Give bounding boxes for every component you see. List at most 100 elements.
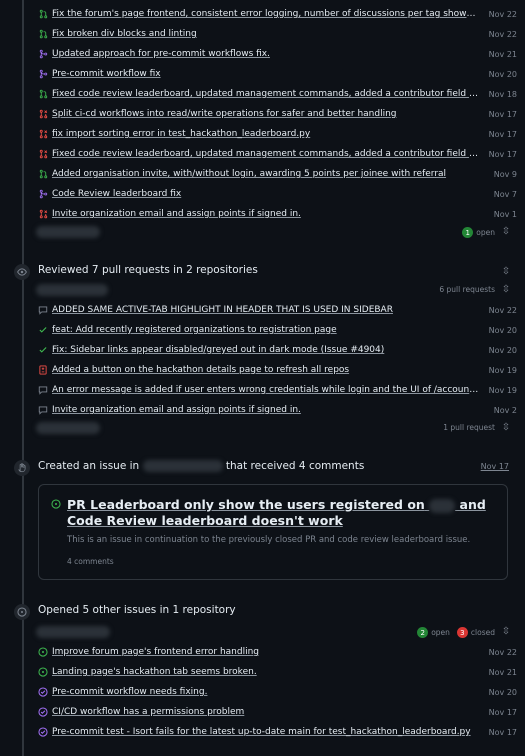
check-icon — [38, 345, 48, 355]
item-title-link[interactable]: Added a button on the hackathon details … — [52, 365, 479, 375]
created-issue-title: Created an issue in that received 4 comm… — [38, 460, 364, 472]
expand-icon[interactable]: ⇳ — [501, 226, 511, 238]
item-title-link[interactable]: Updated approach for pre-commit workflow… — [52, 49, 479, 59]
item-title-link[interactable]: Fix the forum's page frontend, consisten… — [52, 9, 479, 19]
pr-merged-icon — [38, 69, 48, 79]
list-item[interactable]: Landing page's hackathon tab seems broke… — [38, 662, 517, 682]
item-title-link[interactable]: Split ci-cd workflows into read/write op… — [52, 109, 479, 119]
item-date: Nov 22 — [488, 9, 517, 19]
item-title-link[interactable]: Fix: Sidebar links appear disabled/greye… — [52, 345, 479, 355]
pr-open-summary[interactable]: 1 open — [462, 227, 495, 238]
issue-title-part-1: PR Leaderboard only show the users regis… — [67, 497, 425, 512]
list-item[interactable]: Pre-commit workflow needs fixing. Nov 20 — [38, 682, 517, 702]
pr-open-icon — [38, 29, 48, 39]
item-title-link[interactable]: Improve forum page's frontend error hand… — [52, 647, 479, 657]
list-item[interactable]: Updated approach for pre-commit workflow… — [38, 44, 517, 64]
redacted-repo — [36, 626, 110, 638]
item-date: Nov 17 — [488, 129, 517, 139]
expand-icon[interactable]: ⇳ — [501, 266, 511, 278]
list-item[interactable]: fix import sorting error in test_hackath… — [38, 124, 517, 144]
list-item[interactable]: Code Review leaderboard fix Nov 7 — [38, 184, 517, 204]
pr-closed-icon — [38, 109, 48, 119]
item-date: Nov 22 — [488, 305, 517, 315]
closed-count-badge: 3 — [456, 627, 468, 638]
reviews-section-title: Reviewed 7 pull requests in 2 repositori… — [38, 264, 258, 276]
open-label: open — [476, 228, 495, 237]
issue-open-icon — [38, 667, 48, 677]
comment-icon — [38, 305, 48, 315]
list-item[interactable]: Fix the forum's page frontend, consisten… — [38, 4, 517, 24]
created-issue-suffix: that received 4 comments — [225, 460, 365, 472]
list-item[interactable]: Added a button on the hackathon details … — [38, 360, 517, 380]
item-title-link[interactable]: Pre-commit test - Isort fails for the la… — [52, 727, 479, 737]
item-date: Nov 20 — [488, 687, 517, 697]
list-item[interactable]: Pre-commit workflow fix Nov 20 — [38, 64, 517, 84]
redacted-repo — [429, 498, 456, 513]
closed-label: closed — [470, 628, 495, 637]
comment-icon — [38, 405, 48, 415]
item-date: Nov 20 — [488, 345, 517, 355]
item-date: Nov 22 — [488, 29, 517, 39]
issue-card: PR Leaderboard only show the users regis… — [38, 484, 508, 580]
issue-status-summary[interactable]: 2 open 3 closed — [417, 627, 495, 638]
item-date: Nov 17 — [488, 727, 517, 737]
list-item[interactable]: Pre-commit test - Isort fails for the la… — [38, 722, 517, 742]
issue-opened-icon — [14, 604, 30, 620]
item-title-link[interactable]: Invite organization email and assign poi… — [52, 405, 479, 415]
item-title-link[interactable]: Fixed code review leaderboard, updated m… — [52, 149, 479, 159]
item-title-link[interactable]: Added organisation invite, with/without … — [52, 169, 479, 179]
expand-icon[interactable]: ⇳ — [501, 626, 511, 638]
item-title-link[interactable]: feat: Add recently registered organizati… — [52, 325, 479, 335]
open-label: open — [431, 628, 450, 637]
list-item[interactable]: Improve forum page's frontend error hand… — [38, 642, 517, 662]
created-issue-date[interactable]: Nov 17 — [481, 462, 509, 471]
issue-closed-icon — [38, 727, 48, 737]
item-title-link[interactable]: CI/CD workflow has a permissions problem — [52, 707, 479, 717]
list-item[interactable]: CI/CD workflow has a permissions problem… — [38, 702, 517, 722]
item-date: Nov 22 — [488, 647, 517, 657]
list-item[interactable]: Fix broken div blocks and linting Nov 22 — [38, 24, 517, 44]
item-title-link[interactable]: Code Review leaderboard fix — [52, 189, 479, 199]
expand-icon[interactable]: ⇳ — [501, 422, 511, 434]
list-item[interactable]: Invite organization email and assign poi… — [38, 400, 517, 420]
item-title-link[interactable]: Invite organization email and assign poi… — [52, 209, 479, 219]
list-item[interactable]: ADDED SAME ACTIVE-TAB HIGHLIGHT IN HEADE… — [38, 300, 517, 320]
list-item[interactable]: Added organisation invite, with/without … — [38, 164, 517, 184]
pr-closed-icon — [38, 209, 48, 219]
issue-card-title[interactable]: PR Leaderboard only show the users regis… — [67, 497, 497, 529]
item-title-link[interactable]: ADDED SAME ACTIVE-TAB HIGHLIGHT IN HEADE… — [52, 305, 479, 315]
redacted-repo — [36, 284, 108, 296]
pr-open-icon — [38, 9, 48, 19]
open-count-badge: 2 — [417, 627, 429, 638]
timeline-line — [22, 0, 24, 756]
item-title-link[interactable]: Fix broken div blocks and linting — [52, 29, 479, 39]
list-item[interactable]: Invite organization email and assign poi… — [38, 204, 517, 224]
item-date: Nov 9 — [493, 169, 517, 179]
open-count-badge: 1 — [462, 227, 474, 238]
expand-icon[interactable]: ⇳ — [501, 284, 511, 296]
item-date: Nov 17 — [488, 109, 517, 119]
redacted-repo — [36, 226, 100, 238]
pr-closed-icon — [38, 149, 48, 159]
item-date: Nov 2 — [493, 405, 517, 415]
item-date: Nov 20 — [488, 69, 517, 79]
item-title-link[interactable]: Pre-commit workflow needs fixing. — [52, 687, 479, 697]
list-item[interactable]: Split ci-cd workflows into read/write op… — [38, 104, 517, 124]
list-item[interactable]: Fixed code review leaderboard, updated m… — [38, 144, 517, 164]
item-title-link[interactable]: Pre-commit workflow fix — [52, 69, 479, 79]
item-date: Nov 17 — [488, 149, 517, 159]
item-date: Nov 21 — [488, 667, 517, 677]
item-title-link[interactable]: fix import sorting error in test_hackath… — [52, 129, 479, 139]
review-count: 6 pull requests — [439, 285, 495, 294]
file-diff-icon — [38, 365, 48, 375]
list-item[interactable]: Fixed code review leaderboard, updated m… — [38, 84, 517, 104]
item-title-link[interactable]: An error message is added if user enters… — [52, 385, 479, 395]
issue-closed-icon — [38, 707, 48, 717]
item-date: Nov 7 — [493, 189, 517, 199]
item-date: Nov 21 — [488, 49, 517, 59]
list-item[interactable]: feat: Add recently registered organizati… — [38, 320, 517, 340]
item-title-link[interactable]: Fixed code review leaderboard, updated m… — [52, 89, 479, 99]
list-item[interactable]: An error message is added if user enters… — [38, 380, 517, 400]
list-item[interactable]: Fix: Sidebar links appear disabled/greye… — [38, 340, 517, 360]
item-title-link[interactable]: Landing page's hackathon tab seems broke… — [52, 667, 479, 677]
